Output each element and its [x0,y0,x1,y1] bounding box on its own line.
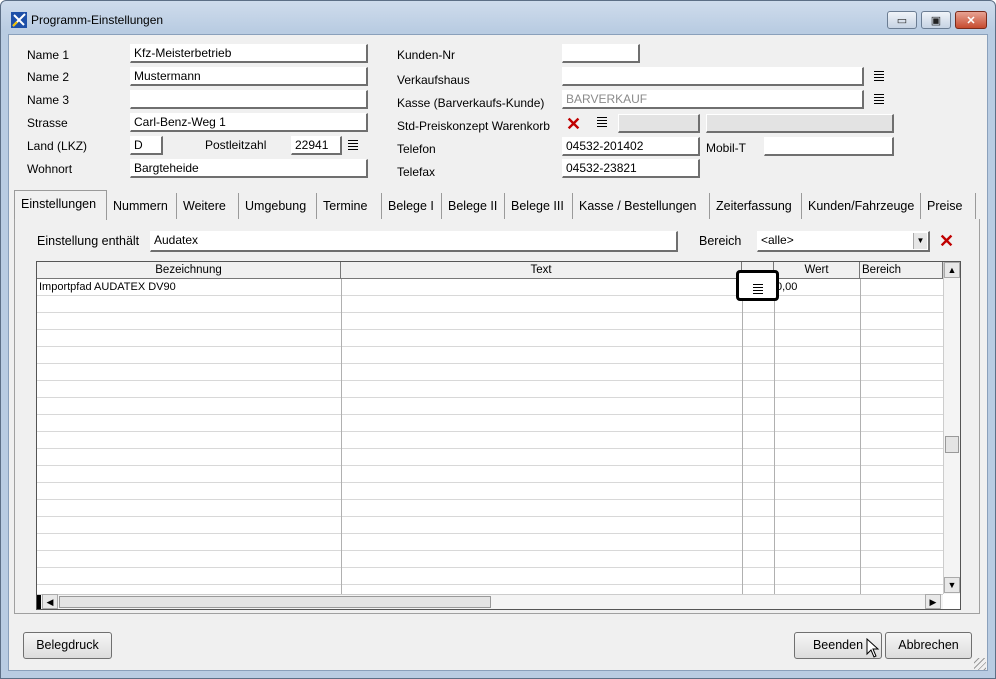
close-button[interactable]: ✕ [955,11,987,29]
kasse-label: Kasse (Barverkaufs-Kunde) [397,96,545,110]
col-divider [341,279,342,594]
tab-preise[interactable]: Preise [921,193,976,219]
city-label: Wohnort [27,162,73,176]
col-divider [742,279,743,594]
telefon-label: Telefon [397,142,436,156]
tab-zeiterfassung[interactable]: Zeiterfassung [710,193,802,219]
preiskonzept-name-field [706,114,894,133]
table-row-wert[interactable]: 0,00 [776,279,797,295]
col-divider [774,279,775,594]
name2-field[interactable]: Mustermann [130,67,368,86]
mouse-cursor-icon [866,638,880,658]
verkaufshaus-label: Verkaufshaus [397,73,470,87]
scroll-edge-marker [37,595,41,609]
scroll-down-icon[interactable]: ▼ [944,577,960,593]
verkaufshaus-list-icon[interactable] [872,69,886,83]
kundennr-label: Kunden-Nr [397,48,456,62]
zip-field[interactable]: 22941 [291,136,342,155]
col-header-text[interactable]: Text [341,262,742,279]
vertical-scrollbar[interactable]: ▲ ▼ [943,262,960,594]
telefon-field[interactable]: 04532-201402 [562,137,700,156]
col-divider [860,279,861,594]
abbrechen-button[interactable]: Abbrechen [885,632,972,659]
name1-field[interactable]: Kfz-Meisterbetrieb [130,44,368,63]
telefax-field[interactable]: 04532-23821 [562,159,700,178]
mobil-field[interactable] [764,137,894,156]
col-header-bezeichnung[interactable]: Bezeichnung [37,262,341,279]
app-icon [11,12,27,28]
country-field[interactable]: D [130,136,163,155]
tab-belege-2[interactable]: Belege II [442,193,505,219]
bereich-label: Bereich [699,234,742,248]
verkaufshaus-field[interactable] [562,67,864,86]
street-field[interactable]: Carl-Benz-Weg 1 [130,113,368,132]
street-label: Strasse [27,116,68,130]
kasse-list-icon[interactable] [872,92,886,106]
resize-grip-icon[interactable] [974,658,986,670]
telefax-label: Telefax [397,165,436,179]
edit-list-button[interactable] [736,270,779,301]
table-row-bezeichnung[interactable]: Importpfad AUDATEX DV90 [39,279,176,295]
window-title: Programm-Einstellungen [31,13,164,27]
title-bar: Programm-Einstellungen ▭ ▣ ✕ [1,1,995,35]
col-header-bereich[interactable]: Bereich [860,262,943,279]
kundennr-field[interactable] [562,44,640,63]
chevron-down-icon[interactable]: ▼ [913,233,927,249]
preiskonzept-label: Std-Preiskonzept Warenkorb [397,119,550,133]
preiskonzept-field[interactable] [618,114,700,133]
name3-label: Name 3 [27,93,70,107]
mobil-label: Mobil-T [706,141,747,155]
tab-nummern[interactable]: Nummern [107,193,177,219]
tab-weitere[interactable]: Weitere [177,193,239,219]
maximize-button[interactable]: ▣ [921,11,951,29]
tab-kasse-bestellungen[interactable]: Kasse / Bestellungen [573,193,710,219]
list-icon [751,282,765,296]
col-header-wert[interactable]: Wert [774,262,860,279]
horizontal-scrollbar[interactable]: ◀ ▶ [37,594,943,609]
tab-bar: Einstellungen Nummern Weitere Umgebung T… [14,190,980,220]
settings-table: Bezeichnung Text Wert Bereich Importpfad… [36,261,961,610]
preiskonzept-list-icon[interactable] [595,115,609,129]
tab-kunden-fahrzeuge[interactable]: Kunden/Fahrzeuge [802,193,921,219]
kasse-field[interactable]: BARVERKAUF [562,90,864,109]
filter-label: Einstellung enthält [37,234,140,248]
tab-einstellungen[interactable]: Einstellungen [14,190,107,220]
bereich-select[interactable]: <alle> ▼ [757,231,930,252]
name3-field[interactable] [130,90,368,109]
city-field[interactable]: Bargteheide [130,159,368,178]
bereich-select-value: <alle> [761,233,794,247]
scroll-up-icon[interactable]: ▲ [944,262,960,278]
tab-belege-1[interactable]: Belege I [382,193,442,219]
horizontal-scroll-thumb[interactable] [59,596,491,608]
country-label: Land (LKZ) [27,139,88,153]
name1-label: Name 1 [27,48,70,62]
zip-label: Postleitzahl [205,138,267,152]
table-rows [37,279,943,594]
filter-input[interactable]: Audatex [150,231,678,252]
belegdruck-button[interactable]: Belegdruck [23,632,112,659]
tab-belege-3[interactable]: Belege III [505,193,573,219]
zip-list-icon[interactable] [346,138,360,152]
clear-filter-x-icon[interactable]: ✕ [939,232,954,250]
vertical-scroll-thumb[interactable] [945,436,959,453]
scroll-left-icon[interactable]: ◀ [42,594,58,609]
minimize-button[interactable]: ▭ [887,11,917,29]
scroll-right-icon[interactable]: ▶ [925,594,941,609]
tab-termine[interactable]: Termine [317,193,382,219]
tab-umgebung[interactable]: Umgebung [239,193,317,219]
clear-x-icon[interactable]: ✕ [566,115,581,133]
name2-label: Name 2 [27,70,70,84]
